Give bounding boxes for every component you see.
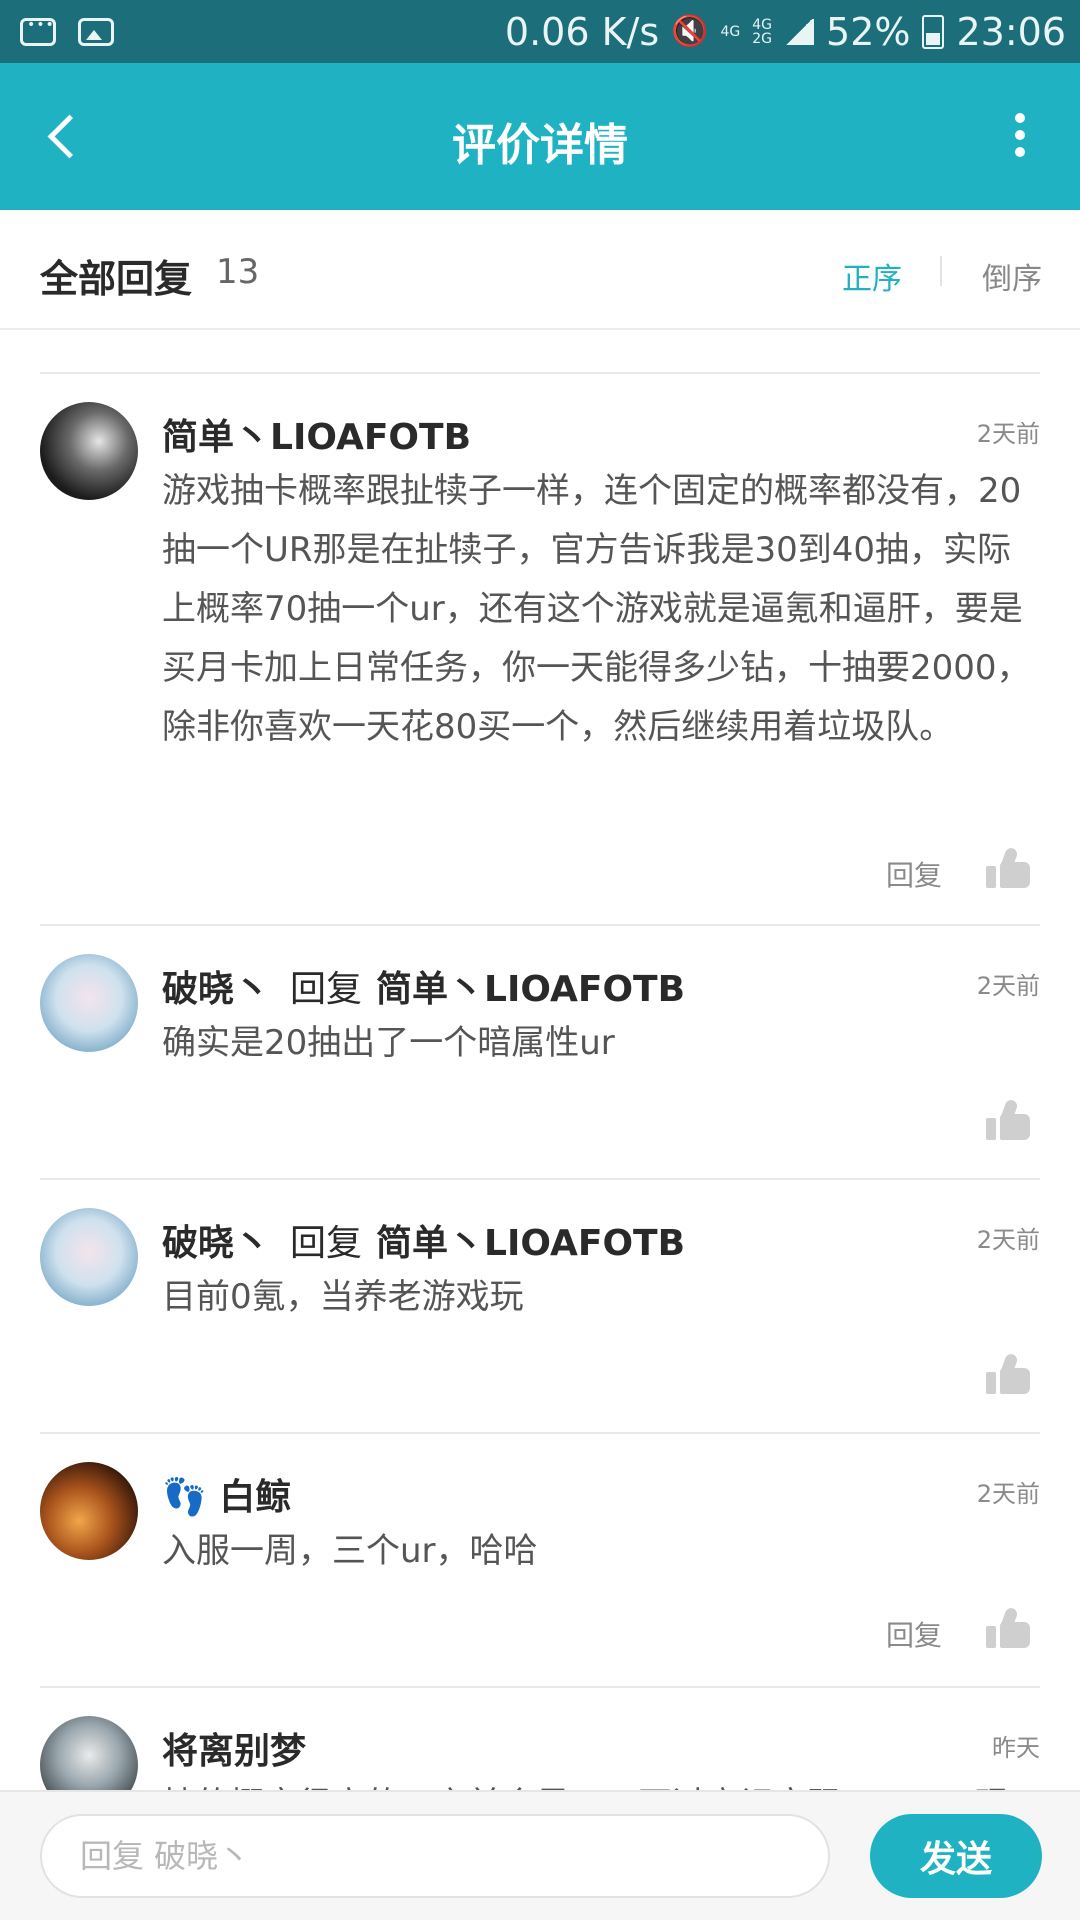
footprints-icon: 👣 — [162, 1477, 207, 1518]
comment-text: 目前0氪，当养老游戏玩 — [162, 1277, 524, 1317]
comment-text: 入服一周，三个ur，哈哈 — [162, 1531, 538, 1571]
clock: 23:06 — [956, 9, 1066, 54]
reply-target-username[interactable]: 简单丶LIOAFOTB — [376, 969, 685, 1010]
message-notification-icon — [20, 17, 56, 46]
avatar[interactable] — [40, 1208, 138, 1306]
thumbs-up-icon[interactable] — [986, 1606, 1030, 1648]
sort-divider — [940, 256, 942, 286]
thumbs-up-icon[interactable] — [986, 846, 1030, 888]
reply-button[interactable]: 回复 — [886, 1614, 942, 1654]
sort-ascending-tab[interactable]: 正序 — [842, 254, 902, 298]
comment-time: 2天前 — [976, 1226, 1040, 1254]
more-options-icon[interactable] — [1010, 113, 1030, 163]
comment-time: 2天前 — [976, 1480, 1040, 1508]
send-button[interactable]: 发送 — [870, 1814, 1042, 1898]
thumbs-up-icon[interactable] — [986, 1352, 1030, 1394]
page-title: 评价详情 — [452, 120, 628, 171]
signal-icon — [784, 18, 815, 45]
status-bar: 0.06 K/s 🔇 4G 4G 2G 52% 23:06 — [0, 0, 1080, 63]
comment-username-line: 破晓丶 回复 简单丶LIOAFOTB — [162, 960, 685, 1012]
reply-button[interactable]: 回复 — [886, 854, 942, 894]
reply-header: 全部回复 13 正序 倒序 — [0, 210, 1080, 330]
comment-time: 2天前 — [976, 972, 1040, 1000]
avatar[interactable] — [40, 402, 138, 500]
image-notification-icon — [78, 17, 114, 46]
comment-time: 昨天 — [992, 1734, 1040, 1762]
comment-text: 游戏抽卡概率跟扯犊子一样，连个固定的概率都没有，20抽一个UR那是在扯犊子，官方… — [162, 471, 1031, 747]
sort-descending-tab[interactable]: 倒序 — [982, 254, 1042, 298]
reply-word: 回复 — [290, 969, 363, 1010]
avatar[interactable] — [40, 1716, 138, 1790]
network-b: 4G 2G — [752, 18, 772, 46]
mute-icon: 🔇 — [671, 14, 709, 49]
comment-list[interactable]: 简单丶LIOAFOTB 2天前 游戏抽卡概率跟扯犊子一样，连个固定的概率都没有，… — [0, 330, 1080, 1790]
reply-target-username[interactable]: 简单丶LIOAFOTB — [376, 1223, 685, 1264]
comment-text: 确实是20抽出了一个暗属性ur — [162, 1023, 615, 1063]
comment-username[interactable]: 白鲸 — [219, 1477, 291, 1518]
comment-username[interactable]: 简单丶LIOAFOTB — [162, 408, 471, 460]
avatar[interactable] — [40, 954, 138, 1052]
battery-percent: 52% — [826, 9, 911, 54]
comment-username-line: 👣 白鲸 — [162, 1468, 291, 1520]
comment-item: 将离别梦 昨天 抽的概率很高的，之前会是……不过忘记定码了300，现 — [40, 1688, 1040, 1790]
reply-bar: 发送 — [0, 1790, 1080, 1920]
comment-item: 破晓丶 回复 简单丶LIOAFOTB 2天前 目前0氪，当养老游戏玩 — [40, 1180, 1040, 1434]
net-speed: 0.06 K/s — [504, 9, 660, 54]
reply-input[interactable] — [40, 1814, 830, 1898]
network-b-bottom: 2G — [752, 30, 773, 47]
app-bar: 评价详情 — [0, 63, 1080, 210]
comment-username[interactable]: 破晓丶 — [162, 969, 270, 1010]
network-a: 4G — [720, 23, 741, 40]
comment-username[interactable]: 将离别梦 — [162, 1722, 306, 1774]
comment-time: 2天前 — [976, 420, 1040, 448]
all-replies-title: 全部回复 — [40, 257, 193, 301]
avatar[interactable] — [40, 1462, 138, 1560]
comment-item: 破晓丶 回复 简单丶LIOAFOTB 2天前 确实是20抽出了一个暗属性ur — [40, 926, 1040, 1180]
reply-count: 13 — [216, 252, 260, 292]
comment-text: 抽的概率很高的，之前会是……不过忘记定码了300，现 — [162, 1776, 1040, 1790]
comment-username[interactable]: 破晓丶 — [162, 1223, 270, 1264]
comment-username-line: 破晓丶 回复 简单丶LIOAFOTB — [162, 1214, 685, 1266]
comment-item: 简单丶LIOAFOTB 2天前 游戏抽卡概率跟扯犊子一样，连个固定的概率都没有，… — [40, 374, 1040, 926]
thumbs-up-icon[interactable] — [986, 1098, 1030, 1140]
comment-item: 👣 白鲸 2天前 入服一周，三个ur，哈哈 回复 — [40, 1434, 1040, 1688]
battery-icon — [922, 14, 945, 49]
reply-word: 回复 — [290, 1223, 363, 1264]
